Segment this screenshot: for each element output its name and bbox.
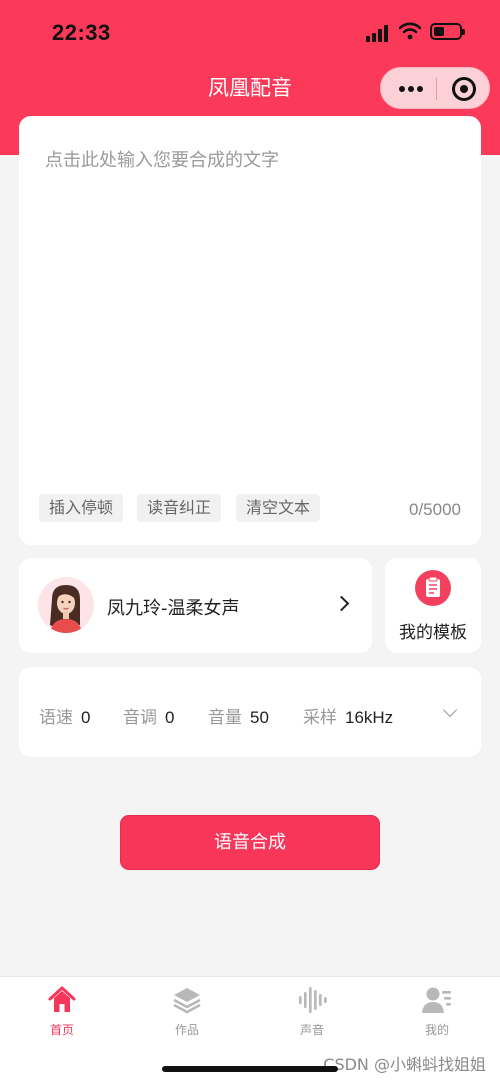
param-volume-label: 音量 <box>208 708 242 728</box>
tab-mine[interactable]: 我的 <box>397 985 477 1038</box>
param-speed-value: 0 <box>81 708 91 727</box>
status-bar: 22:33 <box>0 0 500 66</box>
tab-voices-label: 声音 <box>299 1023 324 1037</box>
text-input-card[interactable]: 点击此处输入您要合成的文字 插入停顿 读音纠正 清空文本 0/5000 <box>19 116 481 545</box>
char-counter: 0/5000 <box>409 500 461 519</box>
home-icon <box>47 985 77 1015</box>
param-volume: 音量 50 <box>208 703 269 728</box>
status-time: 22:33 <box>52 20 111 45</box>
close-miniprogram-icon[interactable] <box>452 77 476 101</box>
param-sample-rate: 采样 16kHz <box>303 703 393 728</box>
tab-works[interactable]: 作品 <box>147 985 227 1038</box>
battery-icon <box>430 23 465 40</box>
profile-icon <box>422 985 452 1015</box>
insert-pause-button[interactable]: 插入停顿 <box>39 494 124 522</box>
synthesize-button[interactable]: 语音合成 <box>120 815 380 870</box>
param-pitch-label: 音调 <box>123 708 157 728</box>
tab-home-label: 首页 <box>49 1023 74 1037</box>
tab-mine-label: 我的 <box>424 1023 449 1037</box>
param-volume-value: 50 <box>250 708 269 727</box>
param-pitch: 音调 0 <box>123 703 174 728</box>
watermark: CSDN @小蝌蚪找姐姐 <box>323 1055 486 1074</box>
param-pitch-value: 0 <box>165 708 175 727</box>
text-input-placeholder[interactable]: 点击此处输入您要合成的文字 <box>45 146 279 172</box>
chevron-right-icon <box>333 595 350 612</box>
voice-avatar <box>38 577 94 633</box>
param-speed-label: 语速 <box>39 708 73 728</box>
layers-icon <box>172 985 202 1015</box>
param-sample-rate-value: 16kHz <box>345 708 394 727</box>
tab-voices[interactable]: 声音 <box>272 985 352 1038</box>
param-speed: 语速 0 <box>39 703 90 728</box>
capsule-divider <box>436 78 437 100</box>
pronunciation-correction-button[interactable]: 读音纠正 <box>137 494 222 522</box>
my-templates-label: 我的模板 <box>399 623 467 643</box>
tab-home[interactable]: 首页 <box>22 985 102 1038</box>
voice-name: 凤九玲-温柔女声 <box>107 598 240 619</box>
synthesis-params-card[interactable]: 语速 0 音调 0 音量 50 采样 16kHz <box>19 667 481 757</box>
miniprogram-capsule <box>380 67 490 109</box>
tab-works-label: 作品 <box>174 1023 199 1037</box>
waveform-icon <box>297 985 327 1015</box>
cellular-signal-icon <box>366 24 392 42</box>
more-icon[interactable] <box>391 76 431 102</box>
voice-selector[interactable]: 凤九玲-温柔女声 <box>19 558 372 653</box>
my-templates-button[interactable]: 我的模板 <box>385 558 481 653</box>
clipboard-icon <box>415 570 451 606</box>
wifi-icon <box>399 22 421 40</box>
home-indicator <box>162 1066 338 1072</box>
param-sample-rate-label: 采样 <box>303 708 337 728</box>
chevron-down-icon[interactable] <box>442 702 458 718</box>
clear-text-button[interactable]: 清空文本 <box>236 494 321 522</box>
